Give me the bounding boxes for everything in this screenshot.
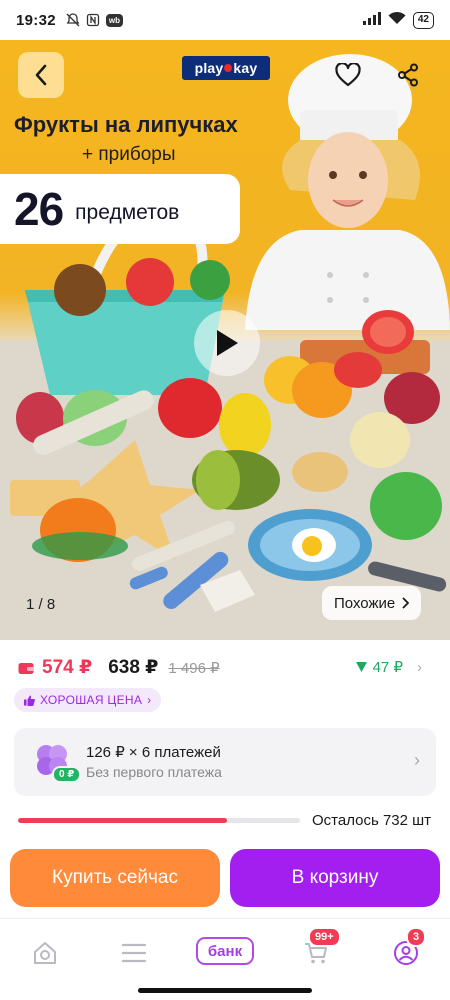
price-row[interactable]: 574 ₽ 638 ₽ 1 496 ₽ (18, 656, 220, 679)
purchase-actions: Купить сейчас В корзину (0, 840, 450, 918)
item-count-number: 26 (14, 183, 64, 235)
stock-remaining: Осталось 732 шт (312, 812, 432, 829)
status-time: 19:32 (16, 11, 56, 29)
wb-app-icon: wb (105, 13, 123, 27)
stock-progress-bar (18, 818, 300, 823)
installment-title: 126 ₽ × 6 платежей (86, 744, 221, 761)
slide-counter: 1 / 8 (26, 596, 56, 613)
installment-card[interactable]: 0 ₽ 126 ₽ × 6 платежей Без первого плате… (14, 728, 436, 796)
item-count-card: 26 предметов (0, 174, 240, 244)
cart-count-badge: 99+ (308, 927, 341, 947)
old-price: 1 496 ₽ (168, 659, 220, 677)
brand-logo-right: kay (233, 60, 258, 76)
brand-logo-left: play (194, 60, 224, 76)
good-price-badge[interactable]: ХОРОШАЯ ЦЕНА › (14, 688, 162, 712)
play-video-button[interactable] (194, 310, 260, 376)
chevron-right-icon: › (147, 693, 152, 707)
thumbs-up-icon (24, 695, 35, 706)
wallet-icon (18, 662, 34, 674)
regular-price: 638 ₽ (108, 657, 159, 678)
product-page: 19:32 wb 42 play kay Фрукты на липучках … (0, 0, 450, 1000)
chevron-right-icon: › (414, 750, 420, 770)
product-image-gallery[interactable]: play kay Фрукты на липучках + приборы 26 … (0, 40, 450, 640)
play-icon (217, 330, 238, 356)
similar-products-label: Похожие (334, 594, 396, 612)
installment-badge: 0 ₽ (52, 766, 82, 783)
stock-progress-fill (18, 818, 227, 823)
mute-bell-icon (66, 13, 80, 27)
nav-bank[interactable]: банк (196, 937, 254, 965)
home-search-icon (34, 942, 56, 964)
favorite-button[interactable] (330, 52, 366, 98)
status-bar: 19:32 wb 42 (0, 0, 450, 40)
signal-icon (362, 11, 381, 29)
status-right-icons: 42 (362, 11, 434, 29)
hero-title: Фрукты на липучках (14, 112, 238, 137)
chevron-right-icon: › (417, 658, 422, 676)
chevron-right-icon (402, 597, 410, 609)
status-left-icons: wb (66, 13, 123, 27)
wallet-price: 574 ₽ (42, 657, 93, 678)
nav-home[interactable] (27, 935, 63, 971)
share-icon (398, 63, 418, 87)
good-price-label: ХОРОШАЯ ЦЕНА (40, 693, 143, 707)
brand-logo: play kay (182, 56, 270, 80)
home-indicator (138, 988, 312, 993)
similar-products-button[interactable]: Похожие (322, 586, 422, 620)
cashback-link[interactable]: 47 ₽ › (355, 658, 422, 676)
battery-indicator: 42 (412, 11, 434, 29)
brand-logo-dot (224, 64, 233, 72)
price-section: 574 ₽ 638 ₽ 1 496 ₽ 47 ₽ › ХОРОШАЯ ЦЕНА … (0, 640, 450, 840)
chevron-left-icon (35, 64, 47, 86)
wifi-icon (388, 11, 406, 29)
item-count-label: предметов (75, 201, 180, 224)
share-button[interactable] (388, 52, 428, 98)
back-button[interactable] (18, 52, 64, 98)
nav-catalog[interactable] (116, 935, 152, 971)
installment-subtitle: Без первого платежа (86, 764, 222, 780)
hero-subtitle: + приборы (82, 144, 176, 165)
menu-icon (122, 943, 146, 963)
arrow-down-icon (355, 662, 367, 672)
add-to-cart-button[interactable]: В корзину (230, 849, 440, 907)
heart-icon (335, 63, 361, 87)
cashback-amount: 47 ₽ (372, 659, 403, 676)
profile-notification-badge: 3 (406, 927, 427, 947)
nfc-icon (86, 13, 100, 27)
buy-now-button[interactable]: Купить сейчас (10, 849, 220, 907)
